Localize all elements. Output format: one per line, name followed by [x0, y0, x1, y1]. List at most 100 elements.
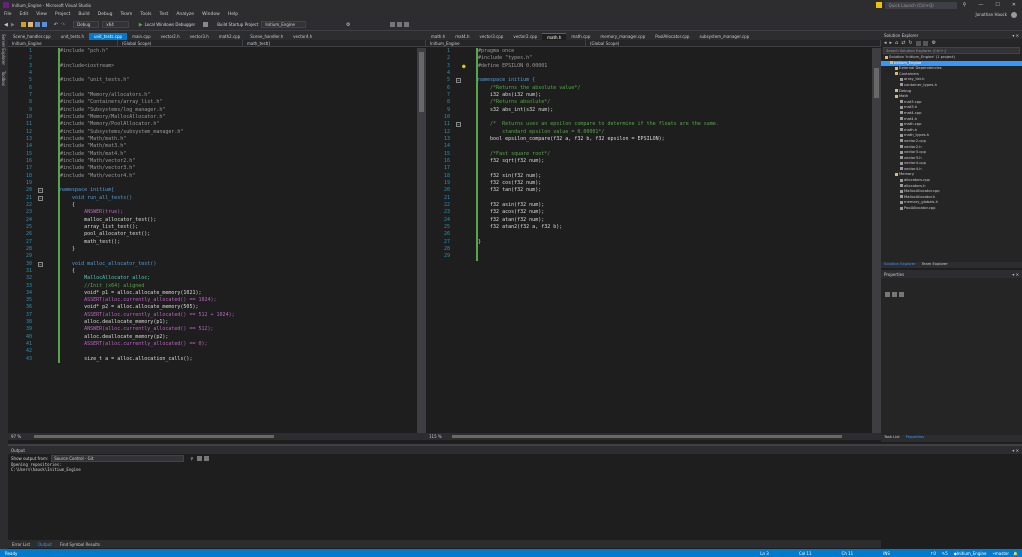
- redo-icon[interactable]: ↷: [61, 22, 65, 28]
- close-icon[interactable]: ✕: [1016, 33, 1019, 38]
- close-icon[interactable]: ✕: [1016, 272, 1019, 277]
- left-horizontal-scrollbar[interactable]: 97 %: [8, 433, 426, 440]
- find-icon[interactable]: ⚙: [346, 22, 350, 28]
- search-icon[interactable]: ⚲: [963, 2, 967, 8]
- code-line[interactable]: 28: [426, 245, 872, 254]
- code-line[interactable]: 27}: [426, 238, 872, 246]
- tab-find-symbol-results[interactable]: Find Symbol Results: [56, 542, 104, 547]
- menu-item-team[interactable]: Team: [116, 12, 136, 17]
- word-wrap-icon[interactable]: [204, 455, 210, 461]
- code-line[interactable]: 2: [8, 55, 417, 63]
- menu-item-build[interactable]: Build: [74, 12, 93, 17]
- code-line[interactable]: 25 f32 atan2(f32 a, f32 b);: [426, 223, 872, 232]
- home-icon[interactable]: ⌂: [895, 40, 898, 46]
- project-dropdown[interactable]: Initium_Engine: [426, 39, 586, 47]
- code-line[interactable]: 28 }: [8, 245, 417, 254]
- code-line[interactable]: 17 #include "Math/vector3.h": [8, 165, 417, 173]
- right-vertical-scrollbar[interactable]: [872, 48, 881, 433]
- tab-task-list[interactable]: Task List: [881, 435, 903, 442]
- code-line[interactable]: 31 {: [8, 267, 417, 276]
- error-count[interactable]: 0: [933, 551, 936, 556]
- collapse-icon[interactable]: −: [456, 78, 461, 84]
- code-line[interactable]: 1 #pragma once: [426, 48, 872, 56]
- back-icon[interactable]: ◂: [884, 40, 887, 46]
- code-line[interactable]: 41 ASSERT(alloc.currently_allocated() ==…: [8, 341, 417, 349]
- code-line[interactable]: 8 /*Returns absolute*/: [426, 99, 872, 107]
- open-icon[interactable]: [27, 22, 33, 27]
- settings-icon[interactable]: ⚙: [932, 40, 936, 46]
- maximize-button[interactable]: ☐: [995, 2, 999, 8]
- sync-icon[interactable]: ⇄: [901, 40, 905, 46]
- menu-item-file[interactable]: File: [0, 12, 16, 17]
- solution-search-input[interactable]: Search Solution Explorer (Ctrl+;): [883, 47, 1020, 54]
- save-icon[interactable]: [34, 22, 40, 27]
- collapse-icon[interactable]: −: [38, 195, 43, 201]
- code-line[interactable]: 23 ANSWER(true);: [8, 209, 417, 217]
- code-line[interactable]: 2 #include "types.h": [426, 55, 872, 63]
- comment-icon[interactable]: [397, 22, 403, 27]
- code-line[interactable]: 20 f32 tan(f32 num);: [426, 187, 872, 195]
- code-line[interactable]: 18 f32 sin(f32 num);: [426, 172, 872, 180]
- notifications-icon[interactable]: 🔔: [1013, 551, 1018, 556]
- find-icon[interactable]: ⚲: [190, 456, 193, 461]
- scroll-thumb[interactable]: [419, 52, 424, 112]
- save-all-icon[interactable]: [41, 22, 47, 27]
- code-line[interactable]: 5− namespace initium {: [426, 77, 872, 85]
- code-line[interactable]: 27 math_test();: [8, 238, 417, 246]
- code-line[interactable]: 6: [8, 84, 417, 92]
- collapse-icon[interactable]: −: [38, 261, 43, 267]
- code-line[interactable]: 43 size_t a = alloc.allocation_calls();: [8, 355, 417, 364]
- code-line[interactable]: 37 ASSERT(alloc.currently_allocated() ==…: [8, 311, 417, 320]
- code-line[interactable]: 16 f32 sqrt(f32 num);: [426, 157, 872, 166]
- forward-icon[interactable]: ▸: [890, 40, 893, 46]
- collapse-icon[interactable]: −: [38, 188, 43, 194]
- code-line[interactable]: 19: [8, 179, 417, 188]
- play-icon[interactable]: ▶: [139, 22, 143, 28]
- code-line[interactable]: 32 MallocAllocator alloc;: [8, 275, 417, 283]
- code-line[interactable]: 8 #include "Containers/array_list.h": [8, 99, 417, 107]
- toolbox-tab[interactable]: Toolbox: [0, 68, 7, 89]
- back-icon[interactable]: ◀: [4, 22, 8, 28]
- code-line[interactable]: 15 /*Fast square root*/: [426, 150, 872, 158]
- alphabetical-icon[interactable]: [892, 291, 897, 297]
- code-line[interactable]: 4: [426, 69, 872, 78]
- code-line[interactable]: 26 pool_allocator_test();: [8, 231, 417, 239]
- code-line[interactable]: 40 alloc.deallocate_memory(p2);: [8, 333, 417, 342]
- code-line[interactable]: 1 #include "pch.h": [8, 48, 417, 56]
- code-line[interactable]: 42: [8, 348, 417, 356]
- menu-item-window[interactable]: Window: [198, 12, 224, 17]
- code-line[interactable]: 13 #include "Math/math.h": [8, 135, 417, 144]
- categorized-icon[interactable]: [885, 291, 890, 297]
- pin-icon[interactable]: ▾: [1012, 272, 1014, 277]
- lightbulb-icon[interactable]: ●: [462, 63, 466, 70]
- property-pages-icon[interactable]: [899, 291, 904, 297]
- tab-properties[interactable]: Properties: [903, 435, 928, 442]
- output-source-dropdown[interactable]: Source Control - Git: [51, 454, 185, 462]
- code-line[interactable]: 12 #include "Subsystems/subsystem_manager…: [8, 128, 417, 136]
- code-line[interactable]: 24 f32 atan(f32 num);: [426, 216, 872, 224]
- right-horizontal-scrollbar[interactable]: 115 %: [426, 433, 881, 440]
- code-line[interactable]: 9 #include "Subsystems/log_manager.h": [8, 106, 417, 114]
- menu-item-test[interactable]: Test: [155, 12, 172, 17]
- code-line[interactable]: 25 array_list_test();: [8, 223, 417, 232]
- menu-item-debug[interactable]: Debug: [94, 12, 117, 17]
- code-line[interactable]: 22 {: [8, 201, 417, 210]
- code-line[interactable]: 11 #include "Memory/PoolAllocator.h": [8, 121, 417, 129]
- scope-dropdown[interactable]: (Global Scope): [586, 39, 881, 47]
- tab-solution-explorer[interactable]: Solution Explorer: [881, 262, 919, 268]
- code-line[interactable]: 16 #include "Math/vector2.h": [8, 157, 417, 166]
- code-line[interactable]: 4: [8, 69, 417, 78]
- code-line[interactable]: 26: [426, 231, 872, 239]
- left-vertical-scrollbar[interactable]: [417, 48, 426, 433]
- hscroll-thumb[interactable]: [452, 435, 842, 438]
- minimize-button[interactable]: —: [978, 2, 983, 8]
- menu-item-help[interactable]: Help: [224, 12, 242, 17]
- filter-icon[interactable]: [875, 2, 882, 8]
- code-line[interactable]: 17: [426, 165, 872, 173]
- code-line[interactable]: 36 void* p2 = alloc.allocate_memory(505)…: [8, 304, 417, 312]
- code-line[interactable]: 34 void* p1 = alloc.allocate_memory(1021…: [8, 289, 417, 298]
- hscroll-thumb[interactable]: [34, 435, 274, 438]
- code-line[interactable]: 7 i32 abs(i32 num);: [426, 91, 872, 100]
- code-line[interactable]: 14: [426, 143, 872, 151]
- attach-icon[interactable]: [203, 22, 209, 27]
